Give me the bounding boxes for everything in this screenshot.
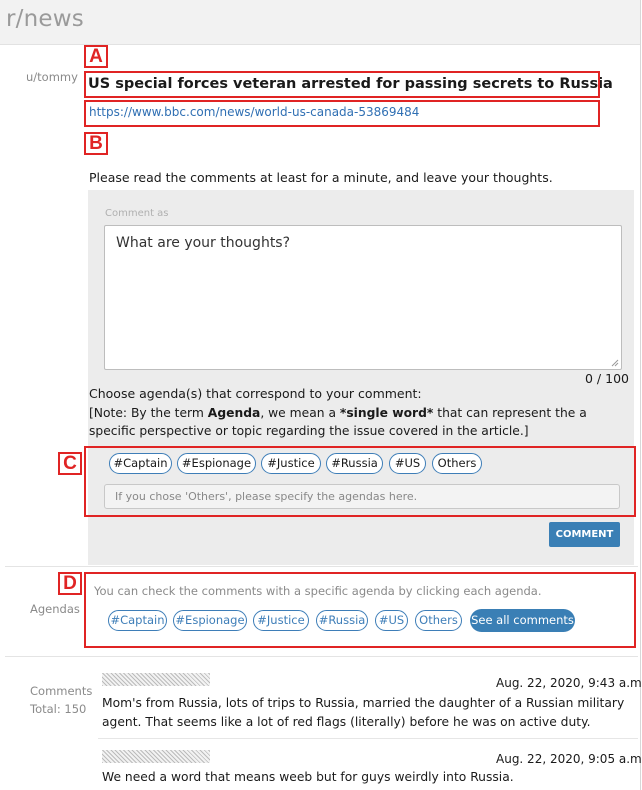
- comment-as-label: Comment as: [105, 208, 169, 219]
- comment-prompt: Please read the comments at least for a …: [89, 170, 553, 185]
- comments-total: Total: 150: [30, 702, 87, 716]
- annotation-box-title: [84, 71, 600, 98]
- choose-agenda-label: Choose agenda(s) that correspond to your…: [89, 386, 422, 401]
- note-middle: , we mean a: [260, 406, 340, 420]
- section-divider: [5, 566, 638, 567]
- post-page: r/news u/tommy US special forces veteran…: [0, 0, 642, 790]
- comment-text: We need a word that means weeb but for g…: [102, 770, 514, 784]
- comment-text: Mom's from Russia, lots of trips to Russ…: [102, 696, 625, 729]
- annotation-label-d: D: [58, 572, 82, 595]
- comment-placeholder: What are your thoughts?: [116, 235, 291, 251]
- annotation-box-tags: [84, 446, 636, 517]
- redacted-username: [102, 750, 210, 763]
- comment-divider: [98, 738, 638, 739]
- agendas-label: Agendas: [30, 602, 80, 616]
- annotation-box-agendas: [84, 572, 636, 648]
- comments-label: Comments: [30, 684, 93, 698]
- character-counter: 0 / 100: [585, 371, 629, 386]
- redacted-username: [102, 673, 210, 686]
- post-author[interactable]: u/tommy: [26, 70, 78, 84]
- annotation-label-c: C: [58, 452, 82, 475]
- subreddit-header: r/news: [0, 0, 640, 45]
- resize-grip-icon[interactable]: [611, 359, 619, 367]
- comment-date: Aug. 22, 2020, 9:43 a.m.: [496, 676, 642, 690]
- note-prefix: [Note: By the term: [89, 406, 208, 420]
- note-term: Agenda: [207, 406, 261, 420]
- annotation-label-b: B: [84, 132, 108, 155]
- annotation-box-link: [84, 100, 600, 127]
- subreddit-name[interactable]: r/news: [6, 6, 84, 32]
- section-divider: [5, 656, 638, 657]
- comment-textarea[interactable]: What are your thoughts?: [104, 225, 622, 370]
- note-emphasis: *single word*: [339, 406, 434, 420]
- comment-submit-button[interactable]: COMMENT: [549, 522, 620, 547]
- agenda-note: [Note: By the term Agenda, we mean a *si…: [89, 404, 629, 440]
- annotation-label-a: A: [84, 45, 108, 68]
- comment-date: Aug. 22, 2020, 9:05 a.m.: [496, 752, 642, 766]
